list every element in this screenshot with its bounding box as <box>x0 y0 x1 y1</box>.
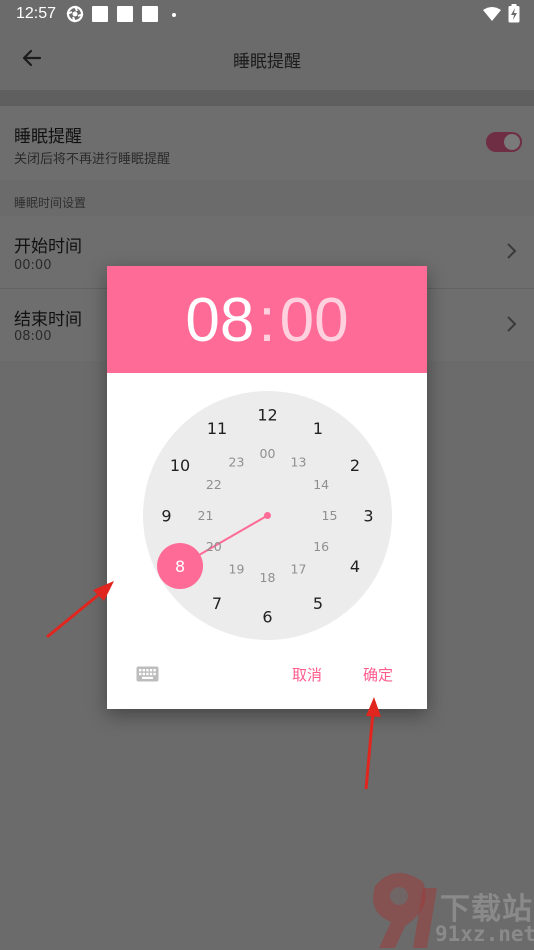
watermark-url: 91xz.net <box>435 922 534 946</box>
annotation-arrow-left <box>46 581 114 639</box>
annotation-arrow-bottom <box>364 697 381 790</box>
annotation-arrows <box>46 581 381 790</box>
